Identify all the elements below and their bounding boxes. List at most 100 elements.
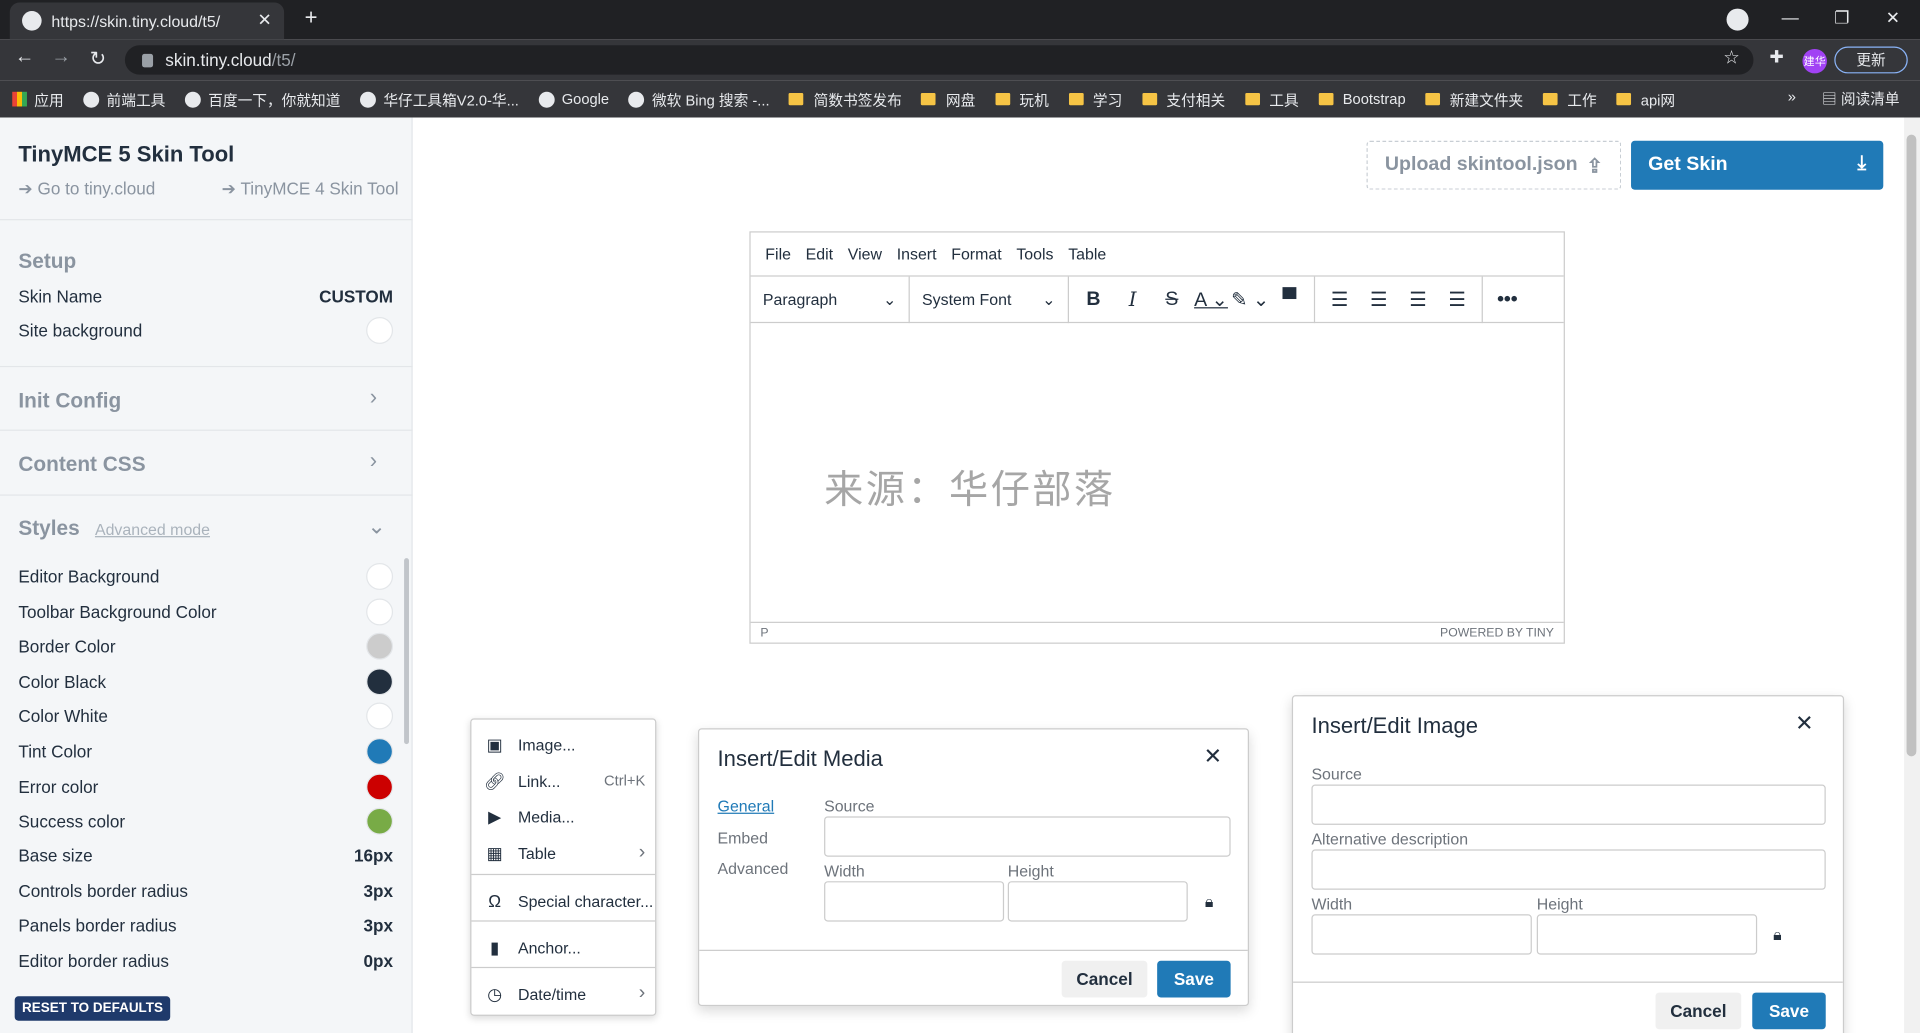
close-icon[interactable]: ✕: [1795, 711, 1813, 737]
site-background-row[interactable]: Site background: [18, 316, 394, 345]
align-right-icon[interactable]: ☰: [1398, 287, 1437, 311]
color-swatch[interactable]: [366, 738, 394, 765]
bookmark-item[interactable]: 玩机: [994, 89, 1049, 110]
alt-input[interactable]: [1311, 849, 1826, 890]
browser-tab[interactable]: https://skin.tiny.cloud/t5/ ✕: [9, 2, 285, 40]
sidebar-scrollbar[interactable]: [404, 558, 409, 745]
color-swatch[interactable]: [366, 668, 394, 695]
tab-general[interactable]: General: [718, 797, 775, 815]
bookmark-item[interactable]: Google: [538, 91, 609, 108]
powered-by[interactable]: POWERED BY TINY: [1440, 627, 1554, 640]
content-css-section[interactable]: Content CSS ›: [0, 431, 413, 496]
font-select[interactable]: System Font ⌄: [910, 275, 1069, 323]
style-row[interactable]: Error color: [18, 772, 394, 801]
element-path[interactable]: P: [760, 627, 768, 640]
extensions-icon[interactable]: ✚: [1765, 47, 1789, 68]
bookmark-item[interactable]: 学习: [1068, 89, 1122, 110]
lock-icon[interactable]: 🔒︎: [1773, 925, 1781, 945]
bookmark-item[interactable]: Bootstrap: [1318, 91, 1406, 108]
bookmark-item[interactable]: 支付相关: [1141, 89, 1225, 110]
back-icon[interactable]: ←: [12, 47, 36, 69]
chevron-down-icon[interactable]: ⌄: [367, 514, 385, 540]
align-left-icon[interactable]: ☰: [1320, 287, 1359, 311]
reload-icon[interactable]: ↻: [86, 47, 110, 71]
menu-table[interactable]: Table: [1061, 245, 1114, 263]
source-input[interactable]: [824, 816, 1231, 857]
bookmark-item[interactable]: 百度一下，你就知道: [184, 89, 340, 110]
more-icon[interactable]: •••: [1488, 288, 1527, 310]
reading-list[interactable]: ▤ 阅读清单: [1822, 88, 1900, 109]
style-row[interactable]: Border Color: [18, 632, 394, 661]
style-row[interactable]: Tint Color: [18, 737, 394, 766]
close-window-button[interactable]: ✕: [1886, 7, 1900, 28]
menu-item[interactable]: ◷ Date/time ›: [471, 975, 655, 1012]
menu-tools[interactable]: Tools: [1009, 245, 1061, 263]
lock-icon[interactable]: 🔒︎: [1205, 892, 1213, 912]
save-button[interactable]: Save: [1752, 992, 1826, 1030]
forward-icon[interactable]: →: [49, 47, 73, 69]
cancel-button[interactable]: Cancel: [1061, 960, 1148, 998]
update-button[interactable]: 更新: [1834, 46, 1908, 74]
skin-name-row[interactable]: Skin Name CUSTOM: [18, 281, 393, 310]
menu-item[interactable]: 🔗︎ Link... Ctrl+K: [471, 762, 655, 799]
restore-button[interactable]: ❐: [1834, 7, 1849, 28]
menu-item[interactable]: ▮ Anchor...: [471, 929, 655, 966]
color-swatch[interactable]: [366, 702, 394, 730]
strikethrough-icon[interactable]: S: [1152, 288, 1191, 310]
menu-format[interactable]: Format: [944, 245, 1009, 263]
get-skin-button[interactable]: Get Skin ⤓: [1631, 140, 1884, 190]
menu-file[interactable]: File: [758, 245, 798, 263]
go-tiny-link[interactable]: ➔ Go to tiny.cloud: [18, 179, 155, 200]
bookmark-item[interactable]: 网盘: [921, 89, 975, 110]
menu-item[interactable]: ▣ Image...: [471, 726, 655, 763]
text-color-icon[interactable]: A ⌄: [1191, 287, 1230, 311]
page-scrollbar-thumb[interactable]: [1906, 134, 1917, 757]
menu-item[interactable]: ▶ Media...: [471, 798, 655, 835]
tab-advanced[interactable]: Advanced: [718, 859, 789, 877]
star-icon[interactable]: ☆: [1719, 47, 1743, 69]
format-painter-icon[interactable]: ▀: [1270, 288, 1309, 310]
color-swatch[interactable]: [366, 316, 394, 344]
reset-button[interactable]: RESET TO DEFAULTS: [14, 996, 171, 1021]
italic-icon[interactable]: I: [1113, 288, 1152, 311]
minimize-button[interactable]: —: [1782, 7, 1799, 27]
avatar[interactable]: 建华: [1802, 48, 1827, 74]
value-row[interactable]: Panels border radius 3px: [18, 911, 393, 940]
color-swatch[interactable]: [366, 597, 394, 625]
menu-view[interactable]: View: [840, 245, 889, 263]
color-swatch[interactable]: [366, 562, 394, 590]
init-config-section[interactable]: Init Config ›: [0, 367, 413, 431]
bookmark-item[interactable]: 工作: [1542, 89, 1597, 110]
style-row[interactable]: Editor Background: [18, 562, 394, 591]
style-row[interactable]: Toolbar Background Color: [18, 597, 394, 626]
bookmark-item[interactable]: 新建文件夹: [1425, 89, 1523, 110]
color-swatch[interactable]: [366, 808, 394, 835]
tab-embed[interactable]: Embed: [718, 829, 768, 847]
close-tab-icon[interactable]: ✕: [257, 10, 271, 31]
style-row[interactable]: Success color: [18, 807, 394, 836]
profile-menu-icon[interactable]: [1726, 8, 1749, 31]
bookmark-item[interactable]: 微软 Bing 搜索 -...: [628, 89, 770, 110]
value-row[interactable]: Editor border radius 0px: [18, 946, 393, 975]
width-input[interactable]: [824, 881, 1005, 922]
advanced-mode-link[interactable]: Advanced mode: [95, 520, 210, 538]
tinymce4-link[interactable]: ➔ TinyMCE 4 Skin Tool: [222, 179, 399, 200]
block-format-select[interactable]: Paragraph ⌄: [751, 275, 910, 323]
bookmarks-more[interactable]: »: [1788, 88, 1796, 105]
editor-content[interactable]: 来源：华仔部落: [824, 459, 1115, 515]
address-bar[interactable]: skin.tiny.cloud/t5/: [124, 45, 1754, 75]
source-input[interactable]: [1311, 784, 1826, 825]
close-icon[interactable]: ✕: [1204, 744, 1222, 770]
menu-edit[interactable]: Edit: [798, 245, 840, 263]
value-row[interactable]: Base size 16px: [18, 841, 393, 870]
bookmark-item[interactable]: 华仔工具箱V2.0-华...: [360, 89, 519, 110]
bookmark-item[interactable]: 简数书签发布: [789, 89, 902, 110]
cancel-button[interactable]: Cancel: [1655, 992, 1742, 1030]
align-center-icon[interactable]: ☰: [1359, 287, 1398, 311]
style-row[interactable]: Color Black: [18, 667, 394, 696]
apps-icon[interactable]: 应用: [12, 89, 64, 110]
highlight-icon[interactable]: ✎ ⌄: [1231, 287, 1270, 311]
color-swatch[interactable]: [366, 632, 394, 660]
new-tab-button[interactable]: +: [299, 5, 323, 32]
bold-icon[interactable]: B: [1074, 288, 1113, 310]
